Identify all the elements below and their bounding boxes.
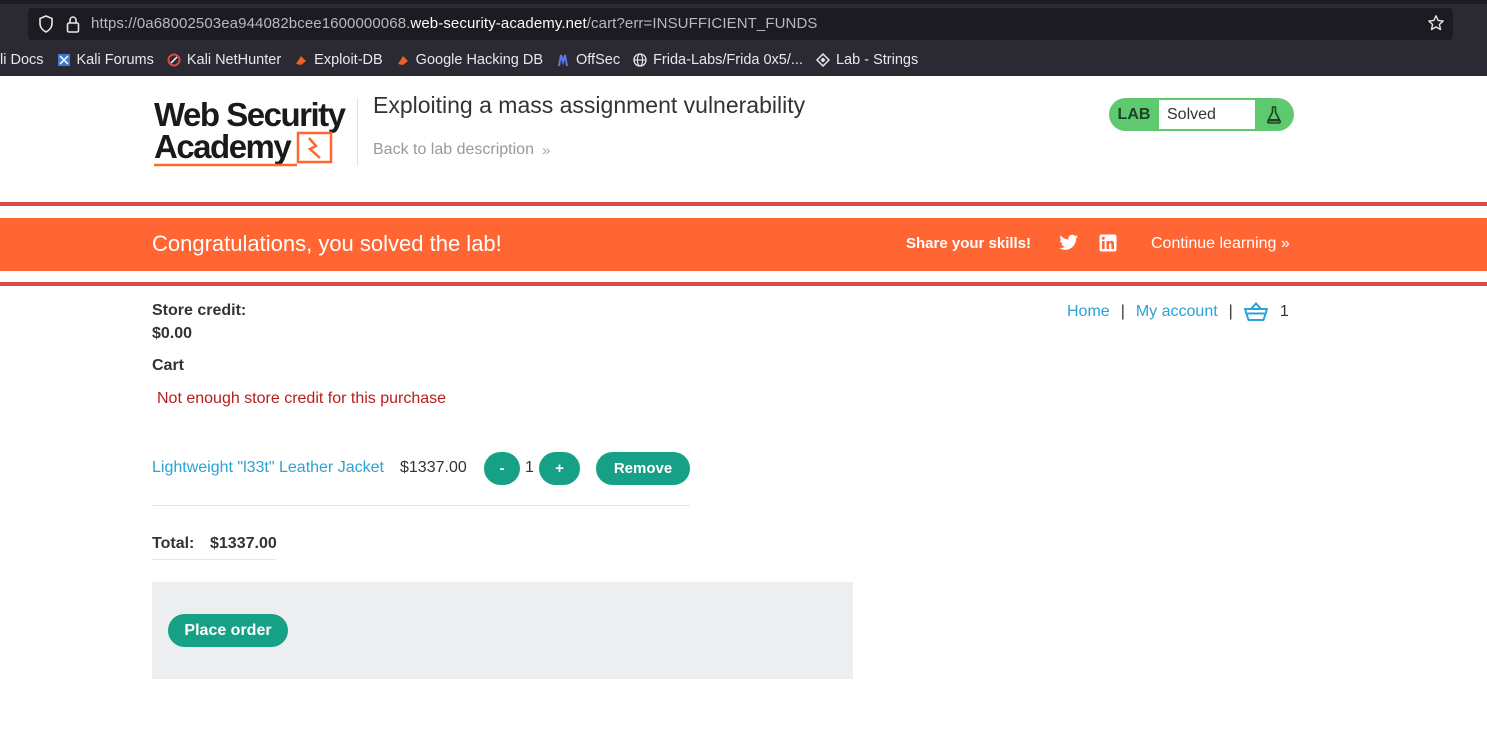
back-link-label: Back to lab description bbox=[373, 141, 534, 158]
address-bar[interactable]: https://0a68002503ea944082bcee1600000068… bbox=[28, 8, 1453, 40]
browser-chrome: https://0a68002503ea944082bcee1600000068… bbox=[0, 0, 1487, 76]
total-label: Total: bbox=[152, 535, 195, 552]
bookmark-kali-nethunter[interactable]: Kali NetHunter bbox=[167, 52, 281, 68]
diamond-icon bbox=[815, 53, 830, 67]
cart-icon[interactable] bbox=[1243, 302, 1268, 322]
logo-divider bbox=[357, 98, 358, 166]
bookmark-label: Exploit-DB bbox=[314, 52, 383, 68]
nav-separator: | bbox=[1228, 303, 1233, 320]
checkout-panel: Place order bbox=[152, 582, 853, 679]
continue-learning-label: Continue learning bbox=[1151, 235, 1277, 252]
lock-icon[interactable] bbox=[66, 15, 80, 33]
share-skills-label: Share your skills! bbox=[906, 235, 1032, 252]
bookmark-kali-docs[interactable]: li Docs bbox=[0, 52, 44, 68]
item-quantity: 1 bbox=[525, 459, 534, 476]
nav-separator: | bbox=[1120, 303, 1125, 320]
offsec-icon bbox=[558, 54, 568, 67]
store-credit-value: $0.00 bbox=[152, 325, 193, 342]
bookmark-frida-labs[interactable]: Frida-Labs/Frida 0x5/... bbox=[633, 52, 803, 68]
cart-heading: Cart bbox=[152, 357, 185, 374]
place-order-button[interactable]: Place order bbox=[168, 614, 288, 647]
lab-status-text: Solved bbox=[1159, 100, 1255, 129]
bookmark-google-hacking-db[interactable]: Google Hacking DB bbox=[396, 52, 543, 68]
twitter-icon[interactable] bbox=[1059, 234, 1079, 252]
banner-bottom-rule bbox=[0, 282, 1487, 286]
cart-count: 1 bbox=[1279, 303, 1289, 320]
continue-learning-link[interactable]: Continue learning » bbox=[1151, 235, 1290, 253]
bookmark-label: Kali NetHunter bbox=[186, 52, 282, 68]
lab-header: Web Security Academy Exploiting a mass a… bbox=[0, 76, 1487, 200]
lab-status-label: LAB bbox=[1117, 105, 1151, 123]
url-host: web-security-academy.net bbox=[410, 15, 587, 32]
kali-nethunter-icon bbox=[167, 53, 181, 67]
solved-banner: Congratulations, you solved the lab! Sha… bbox=[0, 218, 1487, 271]
bookmark-label: OffSec bbox=[576, 52, 621, 68]
shop-nav: Home | My account | 1 bbox=[1067, 302, 1289, 322]
total-divider bbox=[152, 559, 276, 560]
linkedin-icon[interactable] bbox=[1099, 234, 1117, 252]
cart-item-name-link[interactable]: Lightweight "l33t" Leather Jacket bbox=[152, 459, 384, 477]
total-value: $1337.00 bbox=[210, 535, 277, 552]
bookmark-label: Google Hacking DB bbox=[415, 52, 544, 68]
bookmarks-bar: li Docs Kali Forums Kali NetHunter Explo… bbox=[0, 48, 931, 72]
insufficient-funds-error: Not enough store credit for this purchas… bbox=[157, 390, 447, 407]
my-account-link[interactable]: My account bbox=[1136, 303, 1218, 321]
increase-quantity-button[interactable]: + bbox=[539, 452, 580, 485]
bookmark-label: Kali Forums bbox=[76, 52, 154, 68]
lab-status-badge: LAB Solved bbox=[1109, 98, 1294, 131]
web-security-academy-logo[interactable]: Web Security Academy bbox=[152, 96, 362, 168]
google-hacking-db-icon bbox=[397, 56, 408, 65]
url-path: /cart?err=INSUFFICIENT_FUNDS bbox=[586, 15, 818, 32]
kali-forums-icon bbox=[57, 54, 70, 66]
congratulations-message: Congratulations, you solved the lab! bbox=[152, 231, 502, 256]
bookmark-exploit-db[interactable]: Exploit-DB bbox=[294, 52, 383, 68]
back-to-lab-description-link[interactable]: Back to lab description » bbox=[373, 141, 550, 159]
decrease-quantity-button[interactable]: - bbox=[484, 452, 520, 485]
bookmark-label: Frida-Labs/Frida 0x5/... bbox=[653, 52, 803, 68]
bookmark-lab-strings[interactable]: Lab - Strings bbox=[815, 52, 919, 68]
tab-strip bbox=[0, 0, 1487, 4]
cart-row-divider bbox=[152, 505, 690, 506]
logo-line-2: Academy bbox=[154, 128, 292, 165]
remove-item-button[interactable]: Remove bbox=[596, 452, 690, 485]
lab-title: Exploiting a mass assignment vulnerabili… bbox=[373, 92, 806, 118]
bookmark-label: Lab - Strings bbox=[835, 52, 919, 68]
bookmark-star-icon[interactable] bbox=[1427, 14, 1445, 32]
cart-item-price: $1337.00 bbox=[400, 459, 467, 476]
url-prefix: https://0a68002503ea944082bcee1600000068… bbox=[91, 15, 411, 32]
flask-icon bbox=[1255, 105, 1292, 124]
shield-icon[interactable] bbox=[38, 15, 54, 33]
double-chevron-right-icon: » bbox=[1280, 235, 1290, 252]
banner-top-rule bbox=[0, 202, 1487, 206]
globe-icon bbox=[633, 53, 647, 67]
home-link[interactable]: Home bbox=[1067, 303, 1110, 321]
bookmark-label: li Docs bbox=[0, 52, 44, 68]
store-credit-label: Store credit: bbox=[152, 302, 247, 319]
url-text[interactable]: https://0a68002503ea944082bcee1600000068… bbox=[91, 15, 818, 32]
exploit-db-icon bbox=[296, 56, 307, 65]
double-chevron-right-icon: » bbox=[541, 141, 551, 159]
bookmark-offsec[interactable]: OffSec bbox=[556, 52, 620, 68]
bookmark-kali-forums[interactable]: Kali Forums bbox=[57, 52, 154, 68]
